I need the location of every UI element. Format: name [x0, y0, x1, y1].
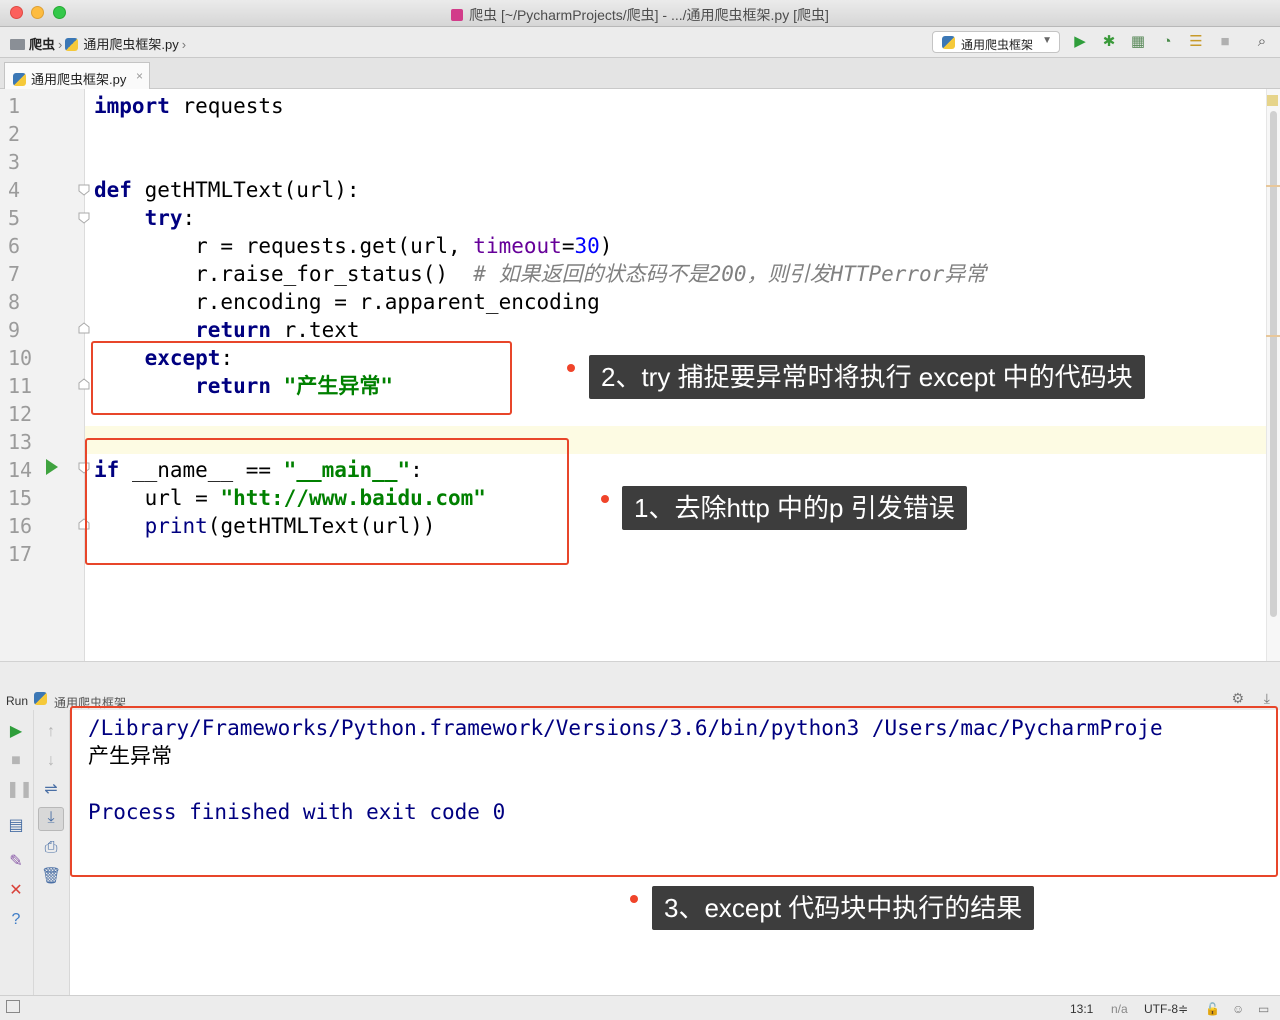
- file-encoding[interactable]: UTF-8≑: [1144, 1002, 1188, 1016]
- run-config-select[interactable]: 通用爬虫框架 ▼: [932, 31, 1060, 53]
- line-number: 15: [8, 486, 33, 510]
- code-line-6: r = requests.get(url, timeout=30): [94, 234, 613, 258]
- code-line-5: try:: [144, 206, 196, 230]
- line-number: 5: [8, 206, 21, 230]
- except-highlight-box: [91, 341, 512, 415]
- line-number: 6: [8, 234, 21, 258]
- callout-dot: [567, 364, 575, 372]
- window-title: 爬虫 [~/PycharmProjects/爬虫] - .../通用爬虫框架.p…: [0, 5, 1280, 25]
- python-file-icon: [34, 692, 47, 705]
- tab-general-crawler[interactable]: 通用爬虫框架.py ×: [4, 62, 150, 89]
- scroll-to-end-icon[interactable]: ⤓: [38, 807, 64, 831]
- callout-try-except: 2、try 捕捉要异常时将执行 except 中的代码块: [589, 355, 1145, 399]
- code-editor[interactable]: 1 2 3 4 5 6 7 8 9 10 11 12 13 14 15 16 1…: [0, 89, 1280, 661]
- chevron-right-icon: ›: [181, 37, 187, 52]
- fold-end-icon[interactable]: [78, 322, 90, 334]
- soft-wrap-icon[interactable]: ⇌: [41, 780, 61, 800]
- code-line-4: def getHTMLText(url):: [94, 178, 360, 202]
- line-number: 10: [8, 346, 33, 370]
- down-arrow-icon[interactable]: ↓: [41, 751, 61, 771]
- line-number: 3: [8, 150, 21, 174]
- line-number: 17: [8, 542, 33, 566]
- line-number: 1: [8, 94, 21, 118]
- inspector-icon[interactable]: ☺: [1232, 1002, 1244, 1016]
- pycharm-icon: [451, 9, 464, 21]
- event-log-icon[interactable]: ▭: [1258, 1002, 1269, 1016]
- print-icon[interactable]: ⎙: [41, 838, 61, 858]
- close-run-icon[interactable]: ✕: [6, 881, 26, 901]
- help-icon[interactable]: ?: [6, 910, 26, 930]
- stop-icon[interactable]: ■: [6, 751, 26, 771]
- line-number: 9: [8, 318, 21, 342]
- error-stripe-mark[interactable]: [1266, 185, 1280, 187]
- line-number: 13: [8, 430, 33, 454]
- run-button[interactable]: ▶: [1070, 32, 1090, 52]
- fold-end-icon[interactable]: [78, 378, 90, 390]
- fold-marker-icon[interactable]: [78, 184, 90, 196]
- chevron-right-icon: ›: [58, 37, 63, 52]
- chevron-down-icon: ▼: [1042, 35, 1052, 46]
- line-number: 12: [8, 402, 33, 426]
- line-number: 11: [8, 374, 33, 398]
- breadcrumb-file[interactable]: 通用爬虫框架.py: [83, 37, 178, 52]
- code-line-7: r.raise_for_status() # 如果返回的状态码不是200，则引发…: [94, 262, 987, 286]
- line-number: 8: [8, 290, 21, 314]
- line-number: 4: [8, 178, 21, 202]
- editor-tab-bar: 通用爬虫框架.py ×: [0, 58, 1280, 89]
- tool-window-toggle-icon[interactable]: [6, 1000, 20, 1013]
- line-number: 7: [8, 262, 21, 286]
- code-line-9: return r.text: [195, 318, 360, 342]
- breadcrumb: 爬虫 › 通用爬虫框架.py ›: [10, 34, 189, 53]
- callout-except-result: 3、except 代码块中执行的结果: [652, 886, 1035, 930]
- folder-icon: [10, 39, 25, 50]
- callout-dot: [630, 895, 638, 903]
- run-config-label: 通用爬虫框架: [961, 38, 1034, 52]
- output-highlight-box: [70, 706, 1278, 877]
- run-with-coverage-button[interactable]: ▦: [1128, 32, 1148, 52]
- inspection-status-icon[interactable]: [1267, 95, 1278, 106]
- code-line-8: r.encoding = r.apparent_encoding: [94, 290, 600, 314]
- code-line-1: import requests: [94, 94, 284, 118]
- run-toolbar-right: ↑ ↓ ⇌ ⤓ ⎙ 🗑: [34, 710, 70, 995]
- status-bar: 13:1 n/a UTF-8≑ 🔓 ☺ ▭: [0, 995, 1280, 1020]
- line-number: 14: [8, 458, 33, 482]
- stop-button[interactable]: ■: [1215, 32, 1235, 52]
- pause-icon[interactable]: ❚❚: [6, 780, 33, 800]
- callout-dot: [601, 495, 609, 503]
- search-icon[interactable]: ⌕: [1252, 32, 1272, 52]
- concurrency-diagram-button[interactable]: ☰: [1186, 32, 1206, 52]
- title-bar: 爬虫 [~/PycharmProjects/爬虫] - .../通用爬虫框架.p…: [0, 0, 1280, 27]
- panel-splitter[interactable]: [0, 661, 1280, 688]
- hide-panel-icon[interactable]: ⤓: [1264, 690, 1270, 707]
- line-separator[interactable]: n/a: [1111, 1002, 1128, 1016]
- up-arrow-icon[interactable]: ↑: [41, 722, 61, 742]
- pin-tab-icon[interactable]: ✎: [6, 852, 26, 872]
- tab-label: 通用爬虫框架.py: [31, 72, 127, 87]
- error-stripe-mark[interactable]: [1266, 335, 1280, 337]
- trash-icon[interactable]: 🗑: [41, 867, 61, 887]
- profile-button[interactable]: ◔: [1157, 32, 1177, 52]
- fold-marker-icon[interactable]: [78, 212, 90, 224]
- python-file-icon: [13, 73, 26, 86]
- run-gutter-icon[interactable]: [46, 459, 58, 475]
- breadcrumb-project[interactable]: 爬虫: [29, 37, 55, 52]
- rerun-icon[interactable]: ▶: [6, 722, 26, 742]
- run-panel-title: Run: [6, 694, 29, 708]
- debug-button[interactable]: ✱: [1099, 32, 1119, 52]
- lock-icon[interactable]: 🔓: [1205, 1002, 1220, 1016]
- navigation-bar: 爬虫 › 通用爬虫框架.py › 通用爬虫框架 ▼ ▶ ✱ ▦ ◔ ☰ ■ ⌕: [0, 27, 1280, 58]
- line-number: 16: [8, 514, 33, 538]
- callout-url-error: 1、去除http 中的p 引发错误: [622, 486, 967, 530]
- close-tab-icon[interactable]: ×: [136, 69, 143, 83]
- caret-position[interactable]: 13:1: [1070, 1002, 1093, 1016]
- layout-icon[interactable]: ▤: [6, 816, 26, 836]
- python-file-icon: [942, 36, 955, 49]
- main-highlight-box: [85, 438, 569, 565]
- line-number: 2: [8, 122, 21, 146]
- gear-icon[interactable]: ⚙: [1231, 690, 1244, 707]
- python-file-icon: [65, 38, 79, 51]
- run-toolbar-left: ▶ ■ ❚❚ ▤ ✎ ✕ ?: [0, 710, 34, 995]
